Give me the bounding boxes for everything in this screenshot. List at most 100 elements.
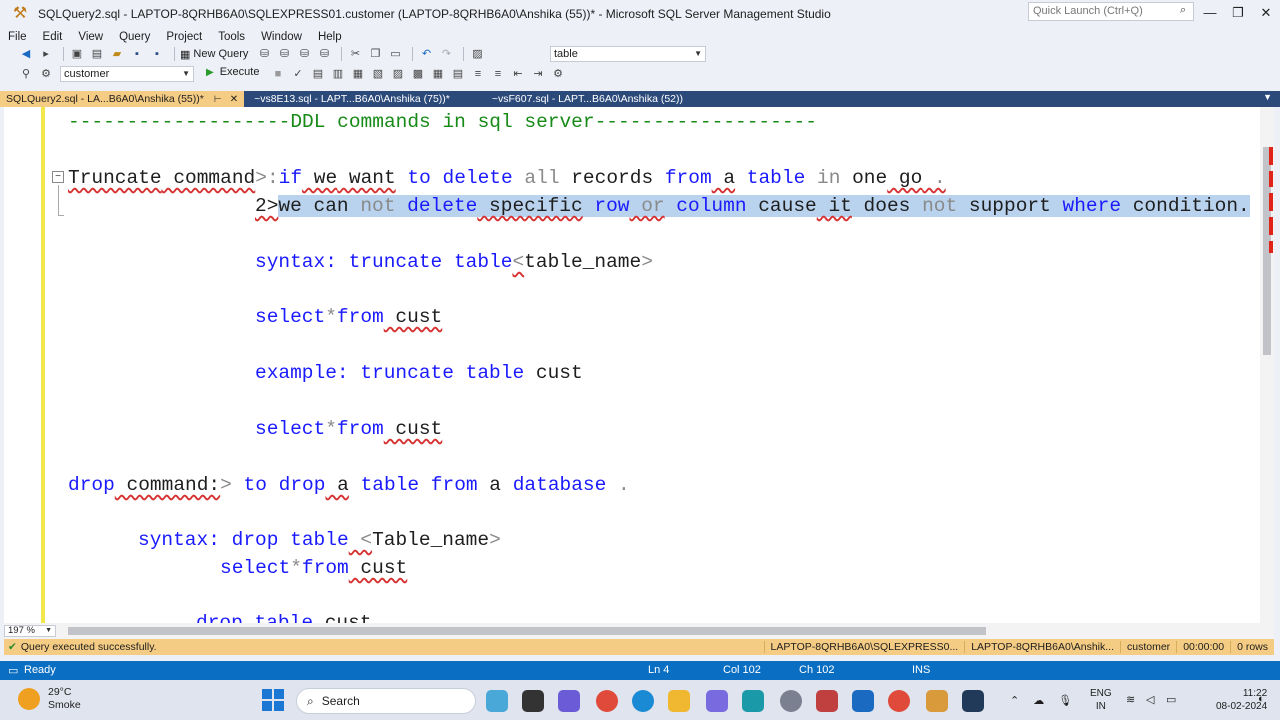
microphone-icon[interactable]: 🎙: [1058, 694, 1072, 707]
settings-icon[interactable]: [780, 690, 802, 712]
add-item-icon[interactable]: ▤: [89, 46, 105, 62]
minimize-button[interactable]: —: [1200, 4, 1220, 22]
decrease-indent-icon[interactable]: ⇤: [510, 66, 526, 82]
change-connection-icon[interactable]: ⚙: [38, 66, 54, 82]
new-project-icon[interactable]: ▣: [69, 46, 85, 62]
menu-file[interactable]: File: [8, 31, 27, 43]
chrome-profile-icon[interactable]: [888, 690, 910, 712]
menu-tools[interactable]: Tools: [218, 31, 245, 43]
forward-icon[interactable]: ▸: [38, 46, 54, 62]
error-marker: [1269, 217, 1273, 235]
query-designer-icon[interactable]: ▦: [350, 66, 366, 82]
tab-overflow-icon[interactable]: ▼: [1263, 92, 1272, 102]
execute-button[interactable]: ▶ Execute: [206, 66, 259, 78]
chrome-icon[interactable]: [596, 690, 618, 712]
open-file-icon[interactable]: ▰: [109, 46, 125, 62]
zoom-combo[interactable]: 197 % ▼: [4, 625, 56, 637]
powerbi-icon[interactable]: [852, 690, 874, 712]
teams-icon[interactable]: [558, 690, 580, 712]
results-text-icon[interactable]: ▩: [410, 66, 426, 82]
include-plan-icon[interactable]: ▧: [370, 66, 386, 82]
battery-icon[interactable]: ▭: [1166, 693, 1176, 706]
language-indicator[interactable]: ENG IN: [1090, 687, 1112, 713]
specify-values-icon[interactable]: ⚙: [550, 66, 566, 82]
mdx-query-icon[interactable]: ⛁: [296, 46, 312, 62]
comment-icon[interactable]: ≡: [470, 66, 486, 82]
connect-icon[interactable]: ⚲: [18, 66, 34, 82]
menu-window[interactable]: Window: [261, 31, 302, 43]
output-icon[interactable]: ▭: [8, 664, 18, 677]
token: from: [419, 474, 478, 496]
notification-icon[interactable]: ◐: [1258, 693, 1265, 705]
wifi-icon[interactable]: ≋: [1126, 693, 1135, 706]
tab-vs8e13[interactable]: ~vs8E13.sql - LAPT...B6A0\Anshika (75))*: [248, 91, 456, 107]
new-query-icon: ▦: [180, 48, 191, 61]
redo-icon[interactable]: ↷: [438, 46, 454, 62]
dmx-query-icon[interactable]: ⛁: [316, 46, 332, 62]
database-name: customer: [1120, 641, 1176, 653]
tab-vsf607[interactable]: ~vsF607.sql - LAPT...B6A0\Anshika (52)): [486, 91, 689, 107]
collapse-icon[interactable]: −: [52, 171, 64, 183]
analysis-query-icon[interactable]: ⛁: [276, 46, 292, 62]
ssms-taskbar-icon[interactable]: [926, 690, 948, 712]
increase-indent-icon[interactable]: ⇥: [530, 66, 546, 82]
stop-icon[interactable]: ■: [270, 66, 286, 82]
pin-icon[interactable]: ⊢: [214, 94, 222, 105]
close-button[interactable]: ✕: [1256, 4, 1276, 22]
token: select: [255, 306, 326, 328]
activity-monitor-icon[interactable]: ▨: [469, 46, 485, 62]
database-combo[interactable]: customer ▼: [60, 66, 194, 82]
save-icon[interactable]: ▪: [129, 46, 145, 62]
undo-icon[interactable]: ↶: [418, 46, 434, 62]
task-view-icon[interactable]: [522, 690, 544, 712]
estimated-plan-icon[interactable]: ▤: [310, 66, 326, 82]
chevron-up-icon[interactable]: ⌃: [1010, 694, 1019, 707]
intellisense-icon[interactable]: ▥: [330, 66, 346, 82]
token: to: [231, 474, 267, 496]
start-button[interactable]: [262, 689, 284, 711]
quick-launch-input[interactable]: Quick Launch (Ctrl+Q): [1028, 2, 1194, 21]
cloud-icon[interactable]: ☁: [1033, 694, 1044, 707]
copy-icon[interactable]: ❐: [367, 46, 383, 62]
store-icon[interactable]: [742, 690, 764, 712]
maximize-button[interactable]: ❐: [1228, 4, 1248, 22]
vertical-scrollbar[interactable]: [1260, 107, 1274, 623]
token: table: [278, 529, 349, 551]
results-file-icon[interactable]: ▤: [450, 66, 466, 82]
edge-icon[interactable]: [632, 690, 654, 712]
token: not: [348, 195, 396, 217]
terminal-icon[interactable]: [962, 690, 984, 712]
scrollbar-thumb[interactable]: [68, 627, 986, 635]
copilot-icon[interactable]: [706, 690, 728, 712]
widgets-icon[interactable]: [486, 690, 508, 712]
menu-query[interactable]: Query: [119, 31, 150, 43]
taskbar-search[interactable]: ⌕ Search: [296, 688, 476, 714]
query-editor[interactable]: − -------------------DDL commands in sql…: [4, 107, 1260, 623]
search-label: Search: [321, 694, 360, 708]
find-combo[interactable]: table ▼: [550, 46, 706, 62]
menu-view[interactable]: View: [78, 31, 103, 43]
error-marker: [1269, 241, 1273, 253]
menu-help[interactable]: Help: [318, 31, 342, 43]
results-grid-icon[interactable]: ▦: [430, 66, 446, 82]
paste-icon[interactable]: ▭: [387, 46, 403, 62]
parse-icon[interactable]: ✓: [290, 66, 306, 82]
menu-project[interactable]: Project: [166, 31, 202, 43]
file-explorer-icon[interactable]: [668, 690, 690, 712]
zoom-value: 197 %: [8, 625, 35, 636]
new-query-button[interactable]: ▦ New Query: [180, 48, 248, 61]
database-engine-query-icon[interactable]: ⛁: [256, 46, 272, 62]
cut-icon[interactable]: ✂: [347, 46, 363, 62]
search-icon[interactable]: ⌕: [1180, 4, 1186, 17]
app-icon[interactable]: [816, 690, 838, 712]
save-all-icon[interactable]: ▪: [149, 46, 165, 62]
uncomment-icon[interactable]: ≡: [490, 66, 506, 82]
title-bar: ⚒ SQLQuery2.sql - LAPTOP-8QRHB6A0\SQLEXP…: [0, 0, 1280, 28]
back-icon[interactable]: ◀: [18, 46, 34, 62]
client-stats-icon[interactable]: ▨: [390, 66, 406, 82]
volume-icon[interactable]: ◁: [1146, 693, 1154, 706]
tab-sqlquery2[interactable]: SQLQuery2.sql - LA...B6A0\Anshika (55))*…: [0, 91, 245, 107]
menu-edit[interactable]: Edit: [43, 31, 63, 43]
close-icon[interactable]: ✕: [230, 94, 238, 105]
weather-widget[interactable]: 29°C Smoke: [18, 686, 81, 712]
